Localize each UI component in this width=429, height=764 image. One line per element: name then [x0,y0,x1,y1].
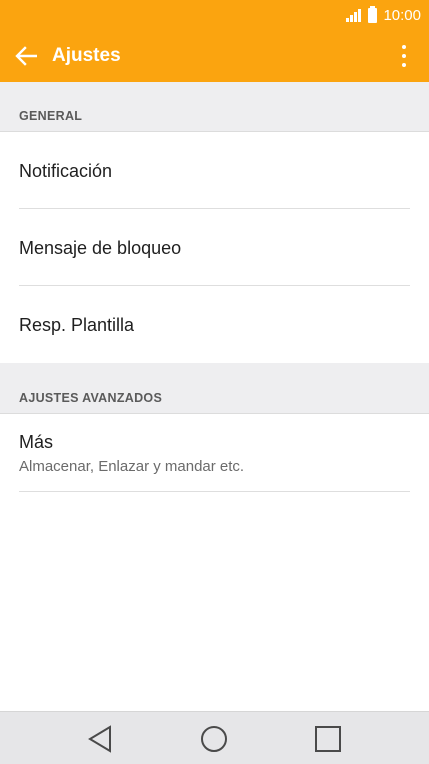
section-header-ajustes-avanzados: AJUSTES AVANZADOS [0,363,429,414]
toolbar: Ajustes [0,30,429,82]
nav-back-button[interactable] [70,712,130,764]
list-item-mensaje-de-bloqueo[interactable]: Mensaje de bloqueo [0,209,429,286]
section-header-label: AJUSTES AVANZADOS [19,391,163,405]
list-item-mas[interactable]: Más Almacenar, Enlazar y mandar etc. [0,414,429,492]
list-item-title: Más [19,432,54,452]
list-item-title: Mensaje de bloqueo [19,238,182,258]
list-item-title: Resp. Plantilla [19,315,135,335]
divider [19,491,410,492]
back-arrow-icon [15,46,37,66]
section-header-general: GENERAL [0,82,429,132]
nav-recents-button[interactable] [298,712,358,764]
overflow-menu-icon [402,45,406,49]
navigation-bar [0,711,429,764]
app-bar: 10:00 Ajustes [0,0,429,82]
list-item-subtitle: Almacenar, Enlazar y mandar etc. [19,458,245,475]
back-button[interactable] [0,30,52,82]
status-time: 10:00 [383,6,421,24]
list-item-resp-plantilla[interactable]: Resp. Plantilla [0,286,429,363]
battery-icon [368,5,378,23]
recents-square-icon [315,725,341,752]
section-header-label: GENERAL [19,109,83,123]
status-bar: 10:00 [346,0,429,30]
page-title: Ajustes [52,45,121,66]
back-triangle-icon [88,724,111,753]
nav-home-button[interactable] [184,712,244,764]
list-item-notificacion[interactable]: Notificación [0,132,429,209]
home-circle-icon [201,725,227,752]
list-item-title: Notificación [19,161,113,181]
signal-icon [346,8,362,22]
overflow-menu-button[interactable] [389,40,419,72]
